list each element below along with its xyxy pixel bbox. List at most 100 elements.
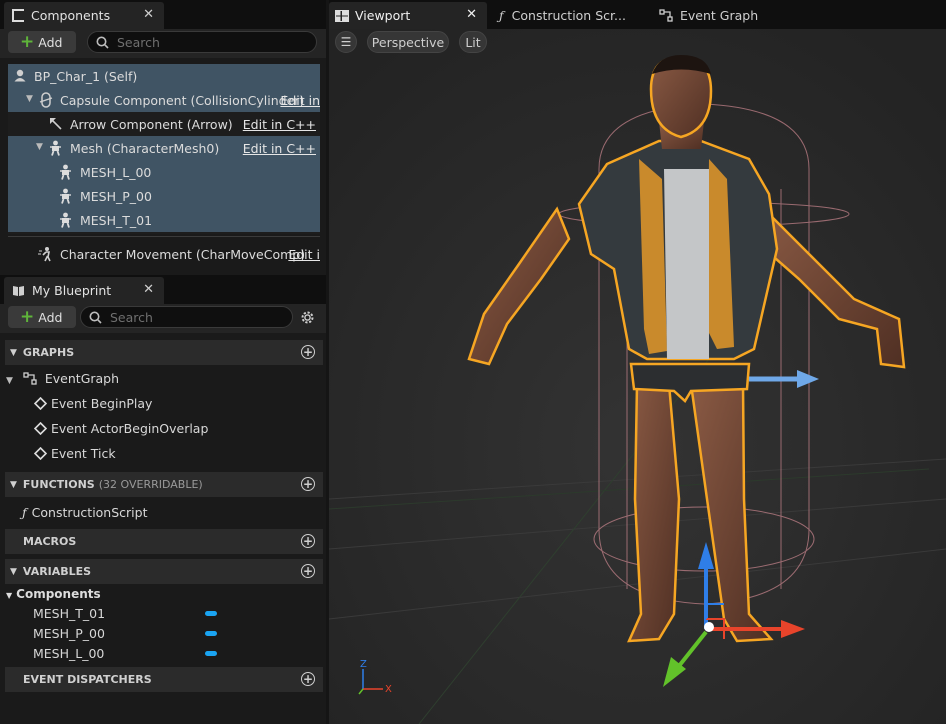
blueprint-search-input[interactable]	[108, 308, 262, 326]
function-icon: ƒ	[22, 505, 27, 520]
event-icon	[33, 421, 48, 436]
event-icon	[33, 446, 48, 461]
variables-section-header[interactable]: ▼ VARIABLES +	[5, 559, 323, 584]
add-graph-button[interactable]: +	[301, 345, 315, 359]
tab-viewport[interactable]: Viewport ✕	[329, 2, 487, 29]
macros-section-header[interactable]: MACROS +	[5, 529, 323, 554]
event-item[interactable]: Event BeginPlay	[33, 396, 153, 411]
components-icon	[12, 9, 24, 22]
capsule-icon	[39, 92, 53, 108]
function-label: ConstructionScript	[31, 505, 148, 520]
event-item[interactable]: Event ActorBeginOverlap	[33, 421, 209, 436]
add-component-button[interactable]: + Add	[8, 31, 76, 53]
viewport-scene[interactable]	[329, 29, 946, 724]
graphs-section-header[interactable]: ▼ GRAPHS +	[5, 340, 323, 365]
event-label: Event Tick	[51, 446, 116, 461]
viewport-menu-button[interactable]: ☰	[335, 31, 357, 53]
add-macro-button[interactable]: +	[301, 534, 315, 548]
skeletal-mesh-icon	[60, 212, 71, 228]
tree-row-label: Arrow Component (Arrow)	[70, 116, 233, 132]
category-label: Components	[16, 587, 101, 601]
edit-in-cpp-link[interactable]: Edit in C++	[243, 117, 316, 132]
construction-script-item[interactable]: ƒ ConstructionScript	[22, 505, 148, 520]
blueprint-toolbar: + Add	[0, 304, 326, 333]
edit-in-cpp-link[interactable]: Edit i	[288, 247, 320, 262]
section-title: GRAPHS	[22, 346, 75, 359]
tree-row-arrow[interactable]: Arrow Component (Arrow) Edit in C++	[8, 112, 320, 136]
tab-my-blueprint[interactable]: My Blueprint ✕	[4, 277, 164, 304]
lit-button[interactable]: Lit	[459, 31, 487, 53]
add-blueprint-item-button[interactable]: + Add	[8, 306, 76, 328]
edit-in-cpp-link[interactable]: Edit in C++	[243, 141, 316, 156]
variable-type-pill	[205, 631, 217, 636]
perspective-button[interactable]: Perspective	[367, 31, 449, 53]
tree-row-mesh-p[interactable]: MESH_P_00	[8, 184, 320, 208]
functions-overridable-note: (32 OVERRIDABLE)	[98, 478, 203, 491]
components-tabbar: Components ✕	[0, 0, 326, 29]
collapse-arrow-icon: ▼	[10, 566, 17, 577]
tree-row-movement[interactable]: Character Movement (CharMoveComp) Edit i	[8, 242, 320, 266]
book-icon	[13, 286, 24, 296]
tree-row-label: MESH_T_01	[80, 212, 153, 228]
graph-icon	[659, 9, 673, 22]
function-icon: ƒ	[499, 8, 504, 23]
gear-icon[interactable]	[299, 309, 316, 326]
event-graph-item[interactable]: ▼ EventGraph	[6, 371, 119, 386]
skeletal-mesh-icon	[50, 140, 61, 156]
collapse-arrow-icon[interactable]: ▼	[36, 142, 43, 152]
skeletal-mesh-icon	[60, 188, 71, 204]
add-variable-button[interactable]: +	[301, 564, 315, 578]
edit-in-cpp-link[interactable]: Edit in	[280, 93, 320, 108]
hamburger-icon: ☰	[340, 35, 352, 49]
components-toolbar: + Add	[0, 29, 326, 58]
graph-icon	[23, 372, 37, 385]
tab-event-graph[interactable]: Event Graph	[659, 2, 789, 29]
variable-label: MESH_T_01	[33, 606, 106, 621]
tree-row-label: BP_Char_1 (Self)	[34, 68, 138, 84]
variable-type-pill	[205, 611, 217, 616]
viewport-panel: Viewport ✕ ƒ Construction Scr... Event G…	[329, 0, 946, 724]
tree-row-mesh[interactable]: ▼ Mesh (CharacterMesh0) Edit in C++	[8, 136, 320, 160]
viewport-icon	[335, 9, 349, 22]
tree-row-capsule[interactable]: ▼ Capsule Component (CollisionCylinder) …	[8, 88, 320, 112]
close-icon[interactable]: ✕	[143, 7, 154, 22]
variable-item[interactable]: MESH_L_00	[33, 646, 233, 664]
add-dispatcher-button[interactable]: +	[301, 672, 315, 686]
tree-row-mesh-t[interactable]: MESH_T_01	[8, 208, 320, 232]
section-title: EVENT DISPATCHERS	[23, 673, 152, 686]
event-label: Event BeginPlay	[51, 396, 153, 411]
tab-components[interactable]: Components ✕	[4, 2, 164, 29]
functions-section-header[interactable]: ▼ FUNCTIONS (32 OVERRIDABLE) +	[5, 472, 323, 497]
dispatchers-section-header[interactable]: EVENT DISPATCHERS +	[5, 667, 323, 692]
event-label: Event ActorBeginOverlap	[51, 421, 209, 436]
tree-row-label: Character Movement (CharMoveComp)	[60, 246, 306, 262]
blueprint-search[interactable]	[80, 306, 293, 328]
tree-row-label: MESH_P_00	[80, 188, 152, 204]
search-icon	[89, 311, 102, 324]
arrow-component-icon	[50, 118, 62, 130]
lit-label: Lit	[465, 34, 481, 50]
section-title: FUNCTIONS	[22, 478, 95, 491]
axis-x-label: X	[385, 684, 392, 695]
close-icon[interactable]: ✕	[143, 282, 154, 297]
left-panel: Components ✕ + Add BP_Char_1 (Self) ▼ Ca…	[0, 0, 326, 724]
viewport-tabbar: Viewport ✕ ƒ Construction Scr... Event G…	[329, 0, 946, 29]
close-icon[interactable]: ✕	[466, 7, 477, 22]
variable-type-pill	[205, 651, 217, 656]
tree-row-label: MESH_L_00	[80, 164, 152, 180]
event-item[interactable]: Event Tick	[33, 446, 116, 461]
tree-row-mesh-l[interactable]: MESH_L_00	[8, 160, 320, 184]
tree-row-self[interactable]: BP_Char_1 (Self)	[8, 64, 320, 88]
components-search-input[interactable]	[115, 33, 269, 51]
variable-label: MESH_L_00	[33, 646, 105, 661]
add-function-button[interactable]: +	[301, 477, 315, 491]
collapse-arrow-icon[interactable]: ▼	[26, 94, 33, 104]
components-search[interactable]	[87, 31, 317, 53]
variable-category[interactable]: ▼ Components	[6, 587, 101, 601]
add-button-label: Add	[38, 309, 63, 325]
tab-construction-script[interactable]: ƒ Construction Scr...	[499, 2, 649, 29]
event-graph-label: EventGraph	[44, 371, 120, 386]
variable-item[interactable]: MESH_P_00	[33, 626, 233, 644]
variable-item[interactable]: MESH_T_01	[33, 606, 233, 624]
variable-label: MESH_P_00	[33, 626, 105, 641]
